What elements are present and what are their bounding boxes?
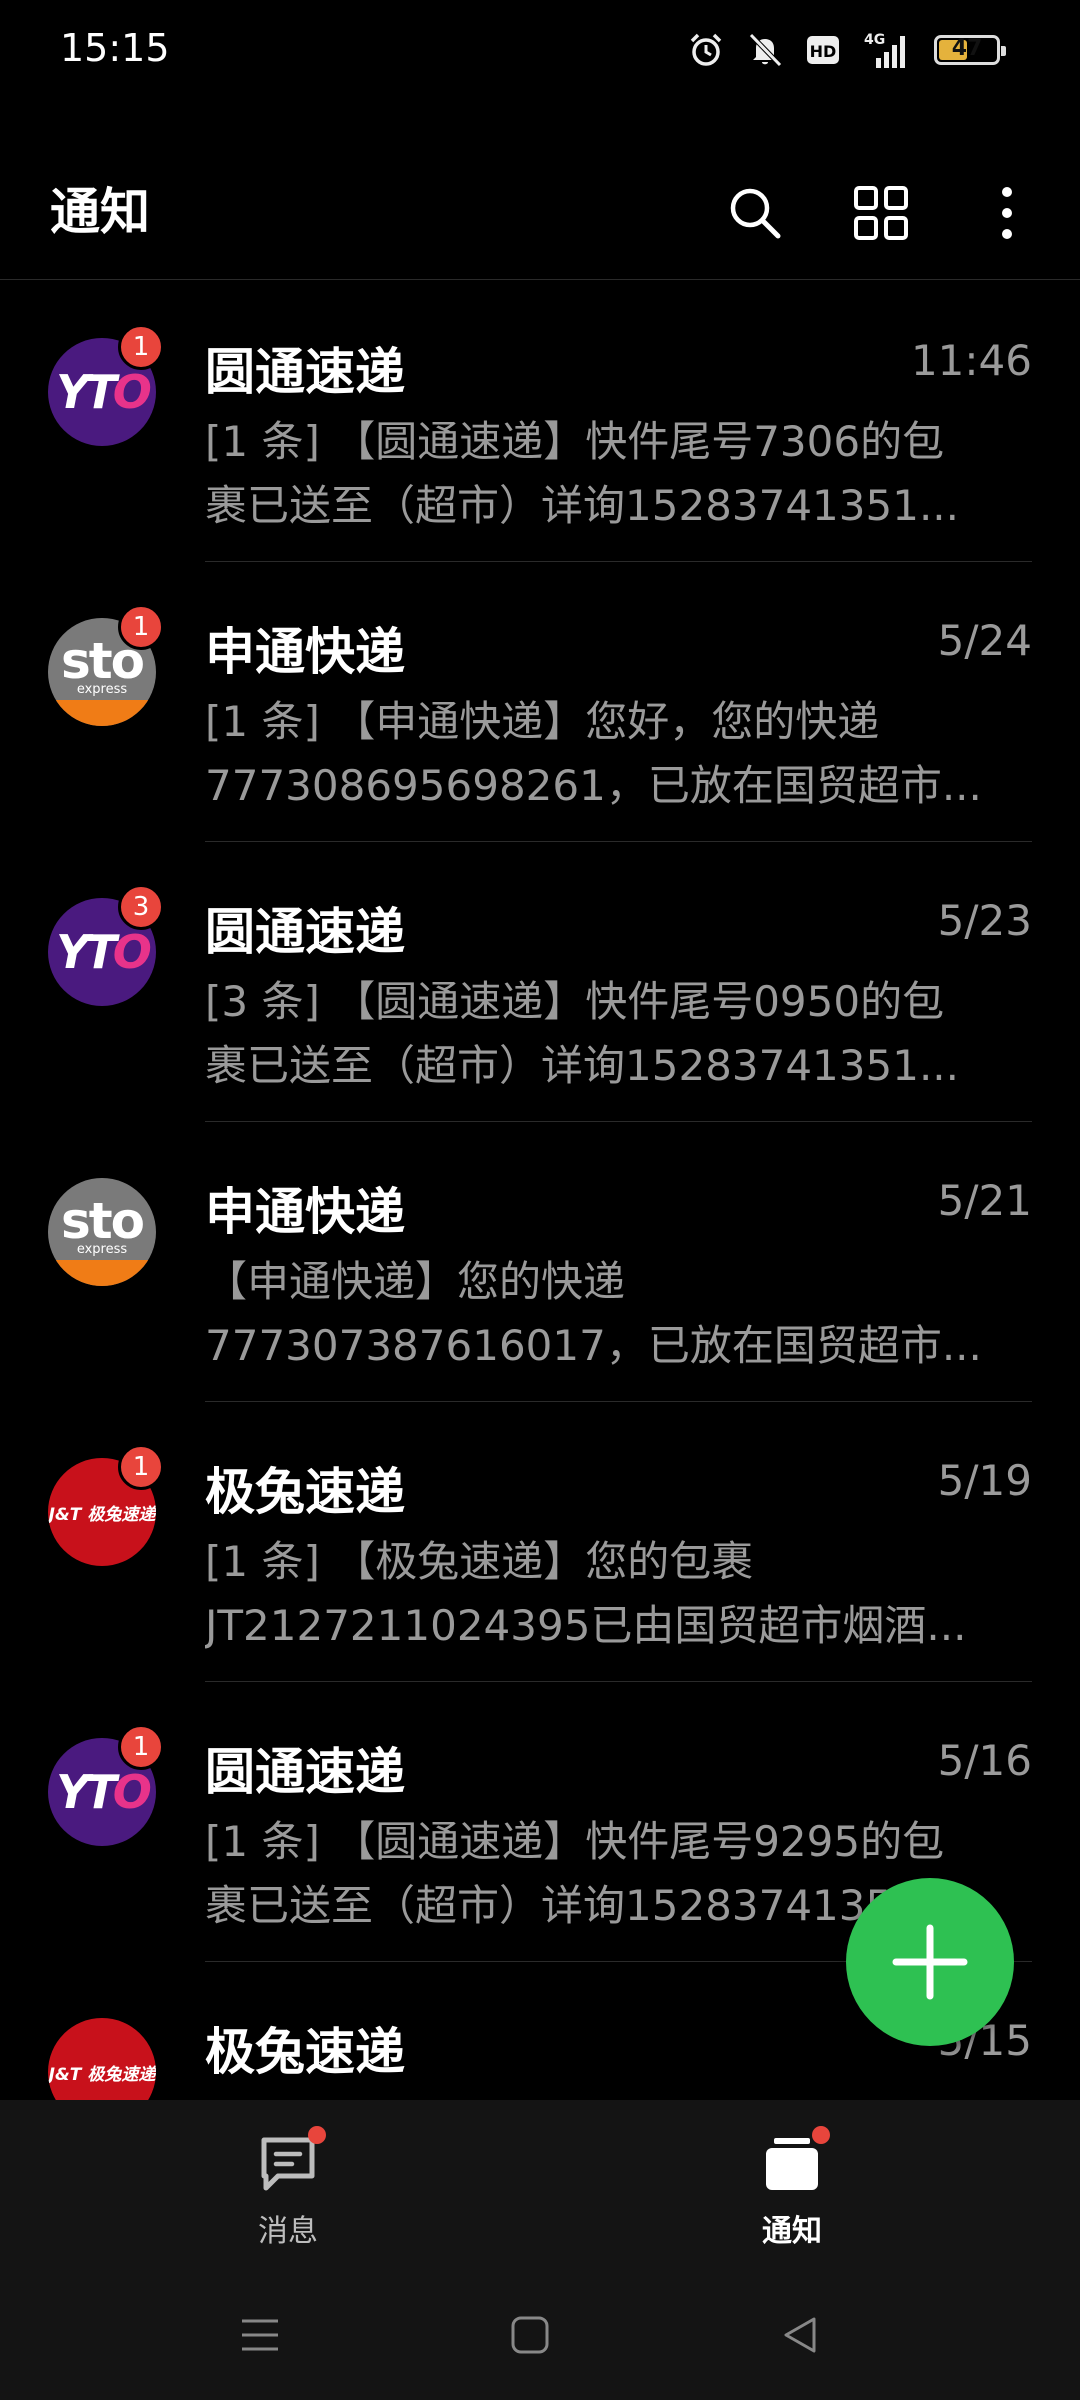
preview-line: [1 条] 【圆通速递】快件尾号9295的包 bbox=[205, 1817, 945, 1866]
preview-line: 777307387616017，已放在国贸超市... bbox=[205, 1321, 982, 1370]
yto-logo: YTO bbox=[56, 1765, 152, 1819]
status-icons: HD 4G 47 bbox=[688, 30, 1006, 70]
yto-logo: YTO bbox=[56, 365, 152, 419]
message-preview: [1 条] 【申通快递】您好，您的快递 777308695698261，已放在国贸… bbox=[205, 690, 1031, 818]
bottom-nav: 消息 通知 bbox=[0, 2100, 1080, 2270]
home-button[interactable] bbox=[500, 2310, 560, 2360]
sender-name: 圆通速递 bbox=[205, 1743, 405, 1801]
hd-icon: HD bbox=[807, 36, 839, 64]
menu-icon bbox=[242, 2319, 278, 2351]
jt-logo: J&T 极兔速递 bbox=[48, 1504, 156, 1525]
svg-text:4G: 4G bbox=[864, 32, 885, 48]
timestamp: 11:46 bbox=[910, 336, 1032, 385]
unread-count-badge: 1 bbox=[118, 1444, 164, 1490]
list-item[interactable]: YTO 1 圆通速递 11:46 [1 条] 【圆通速递】快件尾号7306的包 裹已送至（… bbox=[0, 282, 1080, 562]
preview-line: [1 条] 【极兔速递】您的包裹 bbox=[205, 1537, 754, 1586]
sender-name: 极兔速递 bbox=[205, 1463, 405, 1521]
unread-count-badge: 3 bbox=[118, 884, 164, 930]
tab-messages-label: 消息 bbox=[258, 2214, 318, 2249]
add-button[interactable] bbox=[846, 1878, 1014, 2046]
preview-line: JT2127211024395已由国贸超市烟酒... bbox=[205, 1601, 967, 1650]
sender-avatar: sto express bbox=[48, 1178, 156, 1286]
app-bar: 通知 bbox=[0, 150, 1080, 280]
timestamp: 5/23 bbox=[937, 896, 1032, 945]
unread-count-badge: 1 bbox=[118, 324, 164, 370]
message-preview: [1 条] 【极兔速递】您的包裹 JT2127211024395已由国贸超市烟酒.… bbox=[205, 1530, 1031, 1658]
sender-name: 圆通速递 bbox=[205, 343, 405, 401]
timestamp: 5/16 bbox=[937, 1736, 1032, 1785]
plus-icon bbox=[892, 1924, 968, 2000]
notification-list: YTO 1 圆通速递 11:46 [1 条] 【圆通速递】快件尾号7306的包 裹已送至（… bbox=[0, 282, 1080, 2100]
message-preview: [1 条] 【圆通速递】快件尾号7306的包 裹已送至（超市）详询15283741… bbox=[205, 410, 1031, 538]
more-icon bbox=[1002, 187, 1012, 239]
preview-line: [1 条] 【申通快递】您好，您的快递 bbox=[205, 697, 880, 746]
home-icon bbox=[511, 2316, 549, 2354]
system-nav bbox=[0, 2270, 1080, 2400]
back-icon bbox=[784, 2317, 816, 2353]
status-bar: 15:15 HD 4G 47 bbox=[0, 0, 1080, 100]
battery-level: 47 bbox=[951, 36, 983, 61]
message-preview: 【申通快递】您的快递 777307387616017，已放在国贸超市... bbox=[205, 1250, 1031, 1378]
svg-text:HD: HD bbox=[810, 42, 837, 61]
jt-logo: J&T 极兔速递 bbox=[48, 2064, 156, 2085]
notifications-unread-dot bbox=[812, 2126, 830, 2144]
back-button[interactable] bbox=[770, 2310, 830, 2360]
yto-logo: YTO bbox=[56, 925, 152, 979]
app-actions bbox=[712, 170, 1050, 256]
search-button[interactable] bbox=[712, 170, 798, 256]
timestamp: 5/19 bbox=[937, 1456, 1032, 1505]
list-item[interactable]: sto express 1 申通快递 5/24 [1 条] 【申通快递】您好，您的快递 77… bbox=[0, 562, 1080, 842]
status-time: 15:15 bbox=[60, 26, 170, 70]
preview-line: [3 条] 【圆通速递】快件尾号0950的包 bbox=[205, 977, 945, 1026]
timestamp: 5/24 bbox=[937, 616, 1032, 665]
grid-view-button[interactable] bbox=[838, 170, 924, 256]
sender-avatar: J&T 极兔速递 bbox=[48, 2018, 156, 2100]
grid-icon bbox=[854, 186, 908, 240]
timestamp: 5/21 bbox=[937, 1176, 1032, 1225]
sender-name: 圆通速递 bbox=[205, 903, 405, 961]
list-item[interactable]: sto express 申通快递 5/21 【申通快递】您的快递 777307387616… bbox=[0, 1122, 1080, 1402]
search-icon bbox=[730, 188, 781, 239]
signal-icon: 4G bbox=[864, 32, 905, 68]
sender-name: 申通快递 bbox=[205, 623, 405, 681]
sto-logo: sto express bbox=[48, 1178, 156, 1286]
preview-line: 裹已送至（超市）详询15283741351... bbox=[205, 1041, 959, 1090]
list-item[interactable]: J&T 极兔速递 1 极兔速递 5/19 [1 条] 【极兔速递】您的包裹 JT21272… bbox=[0, 1402, 1080, 1682]
page-title: 通知 bbox=[50, 183, 150, 241]
messages-unread-dot bbox=[308, 2126, 326, 2144]
battery-icon: 47 bbox=[934, 35, 1006, 65]
recents-button[interactable] bbox=[230, 2310, 290, 2360]
unread-count-badge: 1 bbox=[118, 604, 164, 650]
tab-notifications[interactable]: 通知 bbox=[642, 2100, 942, 2270]
preview-line: 777308695698261，已放在国贸超市... bbox=[205, 761, 982, 810]
alarm-icon bbox=[690, 33, 722, 66]
tab-messages[interactable]: 消息 bbox=[138, 2100, 438, 2270]
preview-line: 裹已送至（超市）详询15283741351... bbox=[205, 481, 959, 530]
preview-line: 【申通快递】您的快递 bbox=[205, 1257, 626, 1306]
sender-name: 极兔速递 bbox=[205, 2023, 405, 2081]
sender-name: 申通快递 bbox=[205, 1183, 405, 1241]
mute-icon bbox=[749, 33, 782, 67]
tab-notifications-label: 通知 bbox=[762, 2214, 822, 2249]
message-preview: [3 条] 【圆通速递】快件尾号0950的包 裹已送至（超市）详询15283741… bbox=[205, 970, 1031, 1098]
more-options-button[interactable] bbox=[964, 170, 1050, 256]
preview-line: [1 条] 【圆通速递】快件尾号7306的包 bbox=[205, 417, 945, 466]
unread-count-badge: 1 bbox=[118, 1724, 164, 1770]
list-item[interactable]: YTO 3 圆通速递 5/23 [3 条] 【圆通速递】快件尾号0950的包 裹已送至（超… bbox=[0, 842, 1080, 1122]
